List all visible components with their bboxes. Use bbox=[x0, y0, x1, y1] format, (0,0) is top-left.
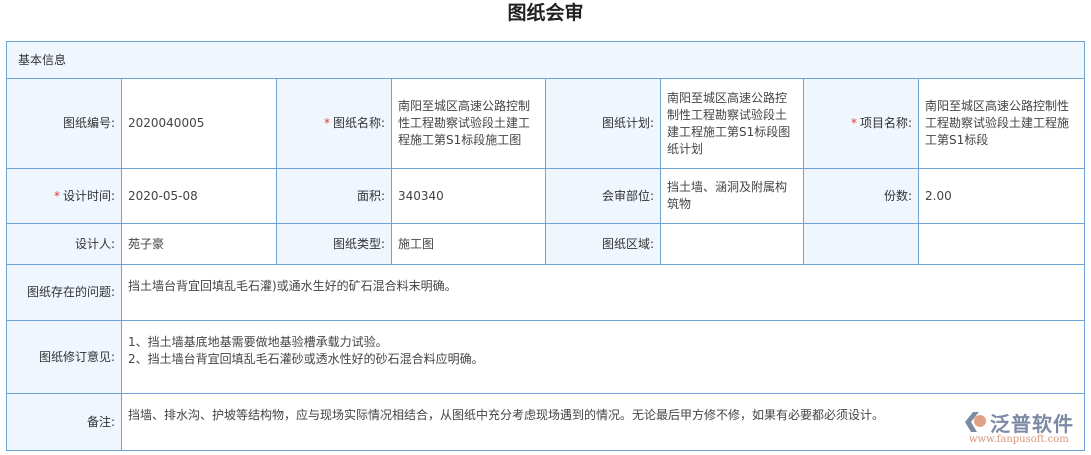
revision-line: 2、挡土墙台背宜回填乱毛石灌砂或透水性好的砂石混合料应明确。 bbox=[128, 352, 484, 366]
drawing-name-label: * 图纸名称: bbox=[276, 78, 392, 169]
drawing-area-label: 图纸区域: bbox=[545, 223, 661, 265]
drawing-plan-value: 南阳至城区高速公路控制性工程勘察试验段土建工程施工第S1标段图纸计划 bbox=[660, 78, 804, 169]
drawing-review-form: 基本信息 图纸编号: 2020040005 * 图纸名称: 南阳至城区高速公路控制… bbox=[5, 41, 1086, 451]
problems-value: 挡土墙台背宜回填乱毛石灌)或通水生好的矿石混合料末明确。 bbox=[120, 264, 1086, 321]
drawing-type-label: 图纸类型: bbox=[276, 223, 392, 265]
required-mark: * bbox=[850, 116, 857, 130]
section-header: 基本信息 bbox=[5, 41, 1086, 79]
required-mark: * bbox=[53, 188, 60, 203]
design-time-label: * 设计时间: bbox=[6, 168, 122, 224]
drawing-name-value: 南阳至城区高速公路控制性工程勘察试验段土建工程施工第S1标段施工图 bbox=[391, 78, 546, 169]
copies-label: 份数: bbox=[803, 168, 919, 224]
area-value: 340340 bbox=[391, 168, 546, 224]
empty-label bbox=[803, 223, 919, 265]
empty-value bbox=[917, 223, 1086, 265]
review-part-label: 会审部位: bbox=[545, 168, 661, 224]
design-time-value: 2020-05-08 bbox=[121, 168, 277, 224]
revision-line: 1、挡土墙基底地基需要做地基验槽承载力试验。 bbox=[128, 335, 388, 349]
problems-label: 图纸存在的问题: bbox=[6, 264, 122, 321]
watermark-logo: 泛普软件 www.fanpusoft.com bbox=[963, 408, 1081, 448]
drawing-no-label: 图纸编号: bbox=[6, 78, 122, 169]
designer-value: 苑子豪 bbox=[121, 223, 277, 265]
copies-value: 2.00 bbox=[917, 168, 1086, 224]
required-mark: * bbox=[323, 116, 330, 130]
watermark-url: www.fanpusoft.com bbox=[969, 434, 1069, 445]
watermark-name: 泛普软件 bbox=[990, 412, 1074, 436]
revision-value: 1、挡土墙基底地基需要做地基验槽承载力试验。 2、挡土墙台背宜回填乱毛石灌砂或透水… bbox=[120, 320, 1086, 394]
drawing-plan-label: 图纸计划: bbox=[545, 78, 661, 169]
project-name-value: 南阳至城区高速公路控制性工程勘察试验段土建工程施工第S1标段 bbox=[917, 78, 1086, 169]
remark-value: 挡墙、排水沟、护坡等结构物，应与现场实际情况相结合，从图纸中充分考虑现场遇到的情… bbox=[120, 393, 1086, 451]
drawing-area-value bbox=[660, 223, 804, 265]
page-title: 图纸会审 bbox=[507, 2, 584, 24]
remark-label: 备注: bbox=[6, 393, 122, 451]
designer-label: 设计人: bbox=[6, 223, 122, 265]
area-label: 面积: bbox=[276, 168, 392, 224]
revision-label: 图纸修订意见: bbox=[6, 320, 122, 394]
fanpu-logo-icon bbox=[965, 412, 986, 432]
drawing-no-value: 2020040005 bbox=[121, 78, 277, 169]
review-part-value: 挡土墙、涵洞及附属构筑物 bbox=[660, 168, 804, 224]
drawing-type-value: 施工图 bbox=[391, 223, 546, 265]
project-name-label: * 项目名称: bbox=[803, 78, 919, 169]
